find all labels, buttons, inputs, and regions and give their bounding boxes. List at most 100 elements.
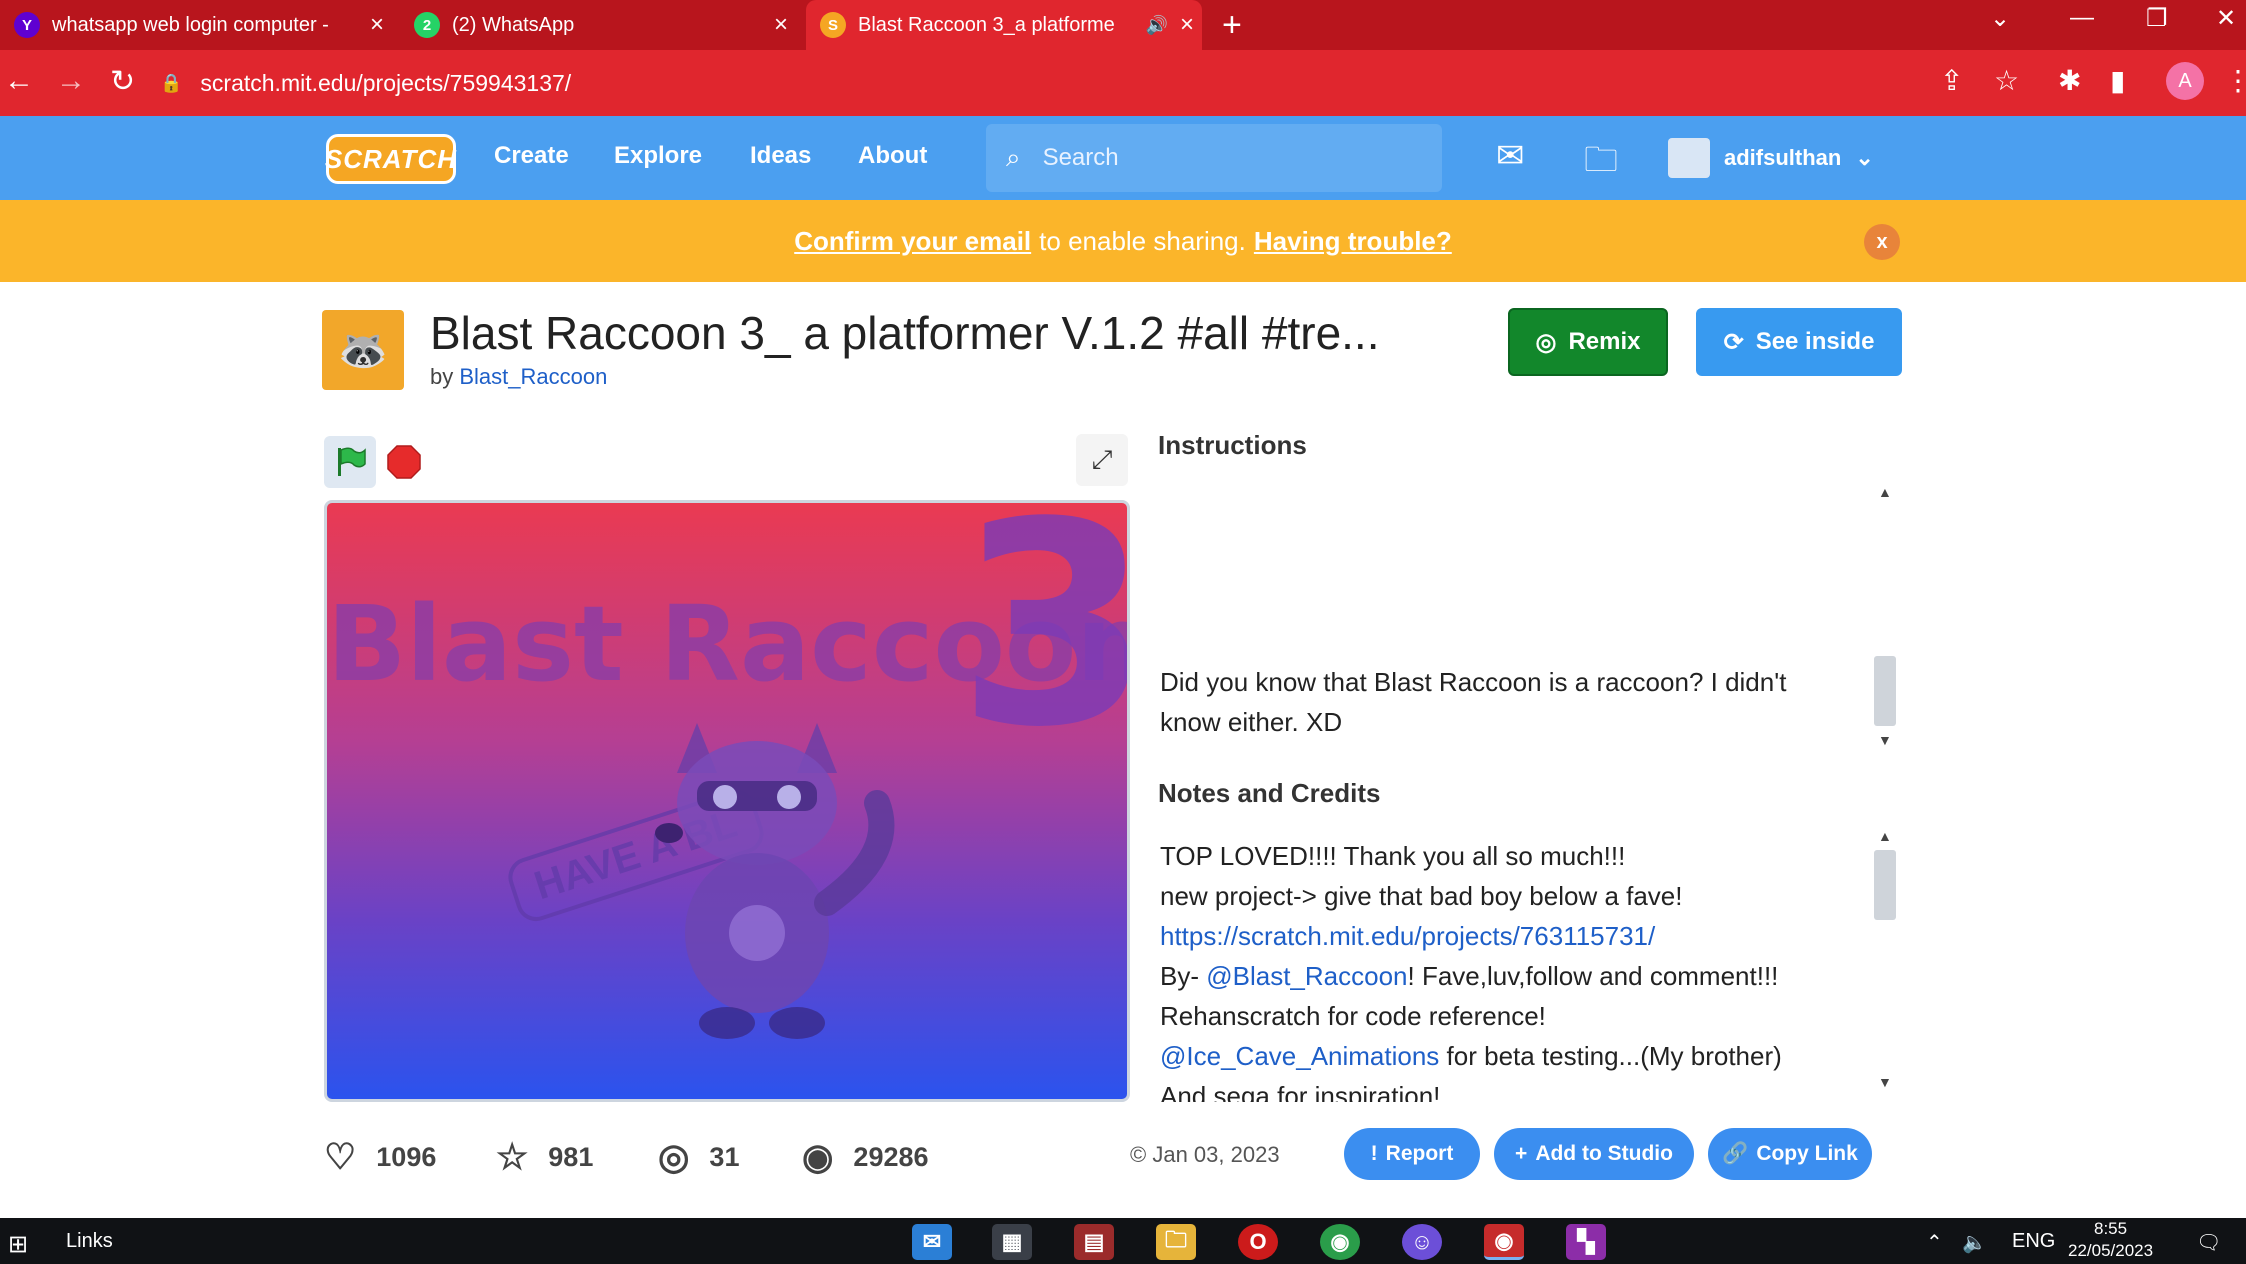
windows-start-icon[interactable]: ⊞ [8,1230,28,1259]
add-to-studio-button[interactable]: + Add to Studio [1494,1128,1694,1180]
close-tab-icon[interactable]: × [362,11,392,39]
copy-link-label: Copy Link [1756,1142,1858,1165]
scroll-up-arrow-icon[interactable]: ▲ [1878,484,1892,500]
report-button[interactable]: ! Report [1344,1128,1480,1180]
user-menu[interactable]: adifsulthan ⌄ [1668,138,1874,178]
star-icon: ☆ [496,1136,529,1177]
my-stuff-folder-icon[interactable]: 🗀 [1584,136,1618,193]
multicolor-app-icon[interactable]: ▚ [1566,1224,1606,1260]
instructions-line: Did you know that Blast Raccoon is a rac… [1160,667,1787,697]
notes-line: By- @Blast_Raccoon! Fave,luv,follow and … [1160,961,1779,991]
instructions-line: know either. XD [1160,707,1343,737]
project-byline: by Blast_Raccoon [430,364,607,390]
browser-toolbar: ← → ↻ 🔒 scratch.mit.edu/projects/7599431… [0,50,2246,116]
volume-icon[interactable]: 🔈 [1962,1230,1987,1255]
back-icon[interactable]: ← [4,64,34,98]
confirm-email-banner: Confirm your email to enable sharing. Ha… [0,200,2246,282]
see-inside-icon: ⟳ [1723,328,1744,356]
love-count[interactable]: ♡ 1096 [324,1136,436,1178]
copy-link-button[interactable]: 🔗 Copy Link [1708,1128,1872,1180]
search-input[interactable]: ⌕ Search [986,124,1442,192]
clock-time: 8:55 [2094,1219,2128,1238]
new-tab-icon[interactable]: + [1222,6,1242,45]
mention-link[interactable]: @Ice_Cave_Animations [1160,1041,1439,1071]
address-bar[interactable]: 🔒 scratch.mit.edu/projects/759943137/ [160,58,1940,108]
close-window-icon[interactable]: ✕ [2216,4,2236,33]
author-avatar[interactable]: 🦝 [322,310,404,390]
username: adifsulthan [1724,145,1842,170]
plus-icon: + [1515,1142,1528,1165]
mail-app-icon[interactable]: ✉ [912,1224,952,1260]
green-flag-button[interactable] [324,436,376,488]
heart-icon: ♡ [324,1136,357,1177]
project-date: © Jan 03, 2023 [1130,1142,1280,1168]
tab-search-chevron-icon[interactable]: ⌄ [1990,4,2010,33]
links-toolbar[interactable]: Links [66,1230,113,1253]
restore-icon[interactable]: ❐ [2146,4,2168,33]
scratch-logo[interactable]: SCRATCH [325,134,456,184]
banner-close-button[interactable]: x [1864,224,1900,260]
winrar-app-icon[interactable]: ▤ [1074,1224,1114,1260]
chrome-app-icon[interactable]: ◉ [1320,1224,1360,1260]
yahoo-favicon-icon: Y [14,12,40,38]
fullscreen-icon[interactable]: ⤢ [1076,434,1128,486]
file-explorer-icon[interactable]: 🗀 [1156,1224,1196,1260]
windows-taskbar: ⊞ Links ✉ ▦ ▤ 🗀 O ◉ ☺ ◉ ▚ ⌃ 🔈 ENG 8:55 2… [0,1218,2246,1264]
link-icon: 🔗 [1722,1142,1749,1165]
nav-explore[interactable]: Explore [614,142,702,170]
side-panel-icon[interactable]: ▮ [2110,64,2125,97]
user-avatar [1668,138,1710,178]
author-link[interactable]: Blast_Raccoon [459,364,607,389]
report-label: Report [1385,1142,1454,1165]
green-flag-icon [338,447,366,476]
close-tab-icon[interactable]: × [1172,11,1202,39]
see-inside-button[interactable]: ⟳ See inside [1696,308,1902,376]
notes-line: @Ice_Cave_Animations for beta testing...… [1160,1041,1782,1071]
search-icon: ⌕ [1006,142,1021,172]
browser-tab-yahoo[interactable]: Y whatsapp web login computer - × [0,0,392,50]
confirm-email-link[interactable]: Confirm your email [794,226,1031,257]
clock[interactable]: 8:55 22/05/2023 [2068,1218,2153,1262]
browser-tab-scratch[interactable]: S Blast Raccoon 3_a platforme 🔊 × [806,0,1202,50]
reload-icon[interactable]: ↻ [110,64,135,99]
project-link[interactable]: https://scratch.mit.edu/projects/7631157… [1160,921,1655,951]
language-indicator[interactable]: ENG [2012,1230,2055,1253]
browser-tab-whatsapp[interactable]: 2 (2) WhatsApp × [400,0,796,50]
nav-about[interactable]: About [858,142,927,170]
extensions-icon[interactable]: ✱ [2058,64,2081,97]
store-app-icon[interactable]: ▦ [992,1224,1032,1260]
share-icon[interactable]: ⇪ [1940,64,1963,97]
mention-link[interactable]: @Blast_Raccoon [1206,961,1407,991]
url-text: scratch.mit.edu/projects/759943137/ [200,69,572,96]
view-count-value: 29286 [853,1141,929,1172]
having-trouble-link[interactable]: Having trouble? [1254,226,1452,257]
notification-center-icon[interactable]: 🗨 [2196,1230,2221,1255]
nav-create[interactable]: Create [494,142,569,170]
clock-date: 22/05/2023 [2068,1241,2154,1260]
by-label: by [430,364,454,389]
project-stage[interactable]: Blast Raccoon 3 HAVE A BL [324,500,1130,1102]
nav-ideas[interactable]: Ideas [750,142,811,170]
stage-number-text: 3 [957,503,1127,789]
profile-avatar[interactable]: A [2166,62,2204,100]
chrome-active-app-icon[interactable]: ◉ [1484,1224,1524,1260]
whatsapp-favicon-icon: 2 [414,12,440,38]
forward-icon[interactable]: → [56,64,86,98]
remix-button[interactable]: ◎ Remix [1508,308,1668,376]
menu-kebab-icon[interactable]: ⋮ [2224,64,2246,97]
opera-app-icon[interactable]: O [1238,1224,1278,1260]
tray-chevron-up-icon[interactable]: ⌃ [1926,1230,1943,1255]
speaker-icon[interactable]: 🔊 [1142,15,1172,36]
project-date-value: Jan 03, 2023 [1152,1142,1280,1167]
favorite-count[interactable]: ☆ 981 [496,1136,593,1178]
remix-count: ◎ 31 [658,1136,739,1178]
discord-app-icon[interactable]: ☺ [1402,1224,1442,1260]
close-tab-icon[interactable]: × [766,11,796,39]
stop-button[interactable] [378,436,430,488]
chevron-down-icon: ⌄ [1855,145,1874,170]
remix-count-icon: ◎ [658,1136,690,1177]
messages-icon[interactable]: ✉ [1496,136,1525,176]
bookmark-star-icon[interactable]: ☆ [1994,64,2019,97]
minimize-icon[interactable]: — [2070,4,2094,32]
add-to-studio-label: Add to Studio [1535,1142,1673,1165]
